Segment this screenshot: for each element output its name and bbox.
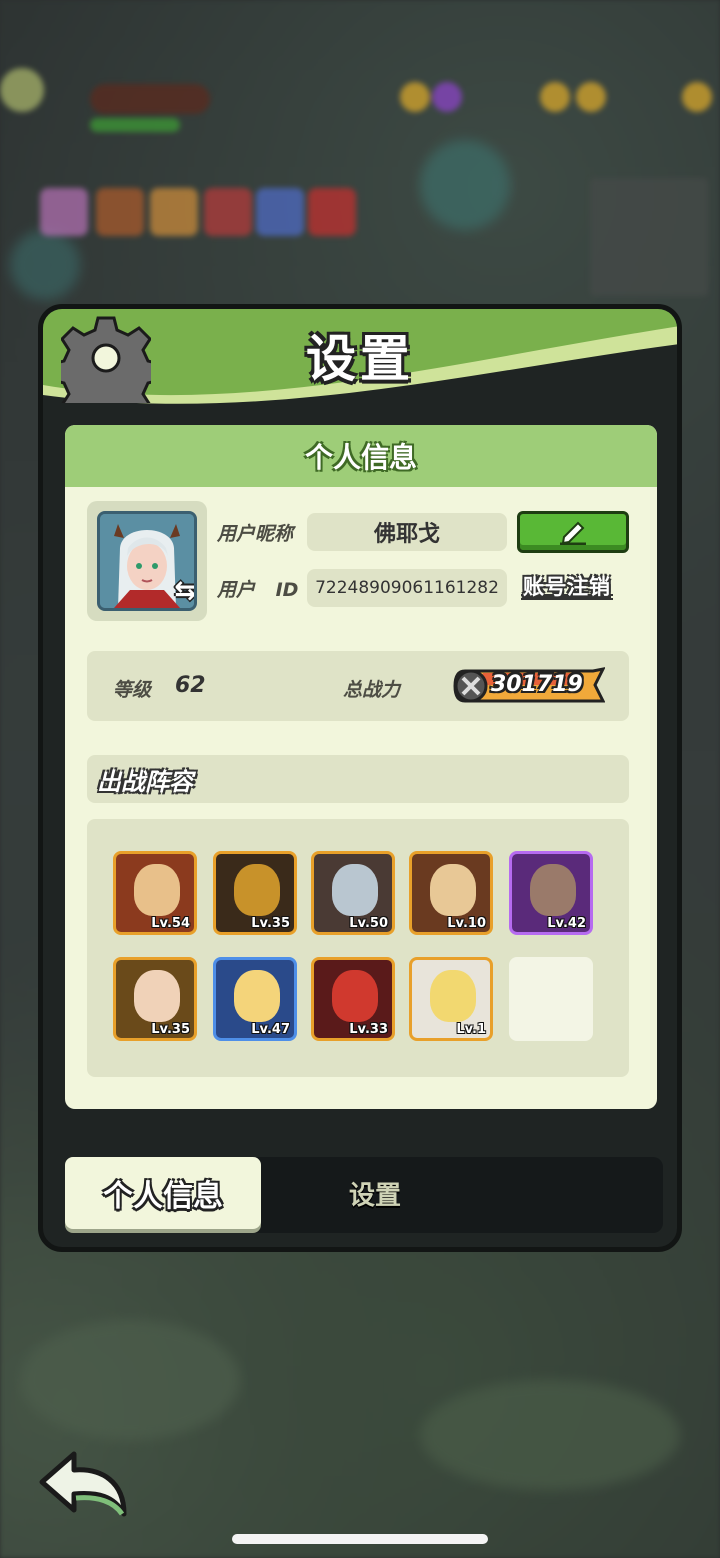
panel-title: 设置 <box>306 330 414 388</box>
home-indicator[interactable] <box>232 1534 488 1544</box>
profile-card: 个人信息 ⇆ 用户昵称 佛耶戈 用户 ID 72248909061161282 … <box>65 425 657 1109</box>
tab-bar: 个人信息 设置 <box>65 1157 663 1233</box>
user-id-field: 72248909061161282 <box>307 569 507 607</box>
hero-slot[interactable]: Lv.10 <box>409 851 493 935</box>
event-icon <box>40 188 88 236</box>
hero-portrait <box>234 864 280 916</box>
hero-level: Lv.33 <box>349 1022 388 1037</box>
avatar-frame[interactable]: ⇆ <box>87 501 207 621</box>
stats-row: 等级 62 总战力 301719 <box>87 651 629 721</box>
blurred-hud <box>0 60 720 296</box>
background-blob <box>10 230 80 300</box>
hero-slot[interactable]: Lv.42 <box>509 851 593 935</box>
hero-level: Lv.10 <box>447 916 486 931</box>
settings-panel: 设置 个人信息 ⇆ 用户昵称 佛耶戈 用户 ID 722489090611612… <box>38 304 682 1252</box>
background-blob <box>20 1320 240 1440</box>
hero-level: Lv.35 <box>251 916 290 931</box>
hud-bar <box>90 118 180 132</box>
hero-level: Lv.35 <box>151 1022 190 1037</box>
hero-portrait <box>430 864 476 916</box>
hero-level: Lv.1 <box>456 1022 486 1037</box>
level-label: 等级 <box>113 679 152 701</box>
hero-portrait <box>234 970 280 1022</box>
hero-slot[interactable]: Lv.33 <box>311 957 395 1041</box>
edit-nickname-button[interactable] <box>517 511 629 553</box>
hero-slot[interactable]: Lv.54 <box>113 851 197 935</box>
hero-level: Lv.42 <box>547 916 586 931</box>
coin-icon <box>540 82 570 112</box>
event-icon <box>204 188 252 236</box>
background-blob <box>420 1380 680 1490</box>
gem-icon <box>432 82 462 112</box>
hero-level: Lv.50 <box>349 916 388 931</box>
nickname-value: 佛耶戈 <box>373 522 440 547</box>
hero-slot[interactable]: Lv.35 <box>113 957 197 1041</box>
hero-portrait <box>134 970 180 1022</box>
event-icon <box>96 188 144 236</box>
level-value: 62 <box>175 673 206 698</box>
back-arrow-icon <box>39 1451 127 1517</box>
hero-level: Lv.47 <box>251 1022 290 1037</box>
coin-icon <box>0 68 44 112</box>
panel-header: 设置 <box>43 309 677 409</box>
power-badge: 301719 <box>453 666 606 705</box>
nickname-field: 佛耶戈 <box>307 513 507 551</box>
avatar[interactable]: ⇆ <box>97 511 197 611</box>
hero-portrait <box>332 864 378 916</box>
event-icon <box>256 188 304 236</box>
section-header: 个人信息 <box>65 425 657 487</box>
team-header: 出战阵容 <box>87 755 629 803</box>
hero-portrait <box>530 864 576 916</box>
hero-slot[interactable]: Lv.47 <box>213 957 297 1041</box>
hero-slot[interactable]: Lv.50 <box>311 851 395 935</box>
coin-icon <box>576 82 606 112</box>
event-icon <box>150 188 198 236</box>
hero-portrait <box>332 970 378 1022</box>
pencil-icon <box>560 521 586 545</box>
hero-slot[interactable]: Lv.1 <box>409 957 493 1041</box>
empty-hero-slot[interactable] <box>509 957 593 1041</box>
hero-portrait <box>134 864 180 916</box>
power-value: 301719 <box>491 672 583 697</box>
tab-label: 设置 <box>348 1180 401 1211</box>
back-button[interactable] <box>36 1448 132 1524</box>
hero-portrait <box>430 970 476 1022</box>
power-label: 总战力 <box>343 679 401 701</box>
hero-level: Lv.54 <box>151 916 190 931</box>
swap-arrows-icon[interactable]: ⇆ <box>174 576 194 606</box>
nickname-label: 用户昵称 <box>217 523 294 545</box>
hero-slot[interactable]: Lv.35 <box>213 851 297 935</box>
user-id-label: 用户 ID <box>217 579 299 601</box>
account-cancel-link[interactable]: 账号注销 <box>523 571 611 601</box>
tab-personal-info[interactable]: 个人信息 <box>65 1157 261 1229</box>
hud-bar <box>90 84 210 114</box>
event-icon <box>308 188 356 236</box>
section-title: 个人信息 <box>304 441 417 474</box>
user-id-value: 72248909061161282 <box>315 578 499 598</box>
tab-settings[interactable]: 设置 <box>305 1171 445 1215</box>
minimap <box>590 178 708 296</box>
team-grid: Lv.54 Lv.35 Lv.50 Lv.10 Lv.42 Lv.35 Lv.4… <box>87 819 629 1077</box>
team-title: 出战阵容 <box>97 767 193 796</box>
coin-icon <box>682 82 712 112</box>
tab-label: 个人信息 <box>103 1179 223 1214</box>
coin-icon <box>400 82 430 112</box>
